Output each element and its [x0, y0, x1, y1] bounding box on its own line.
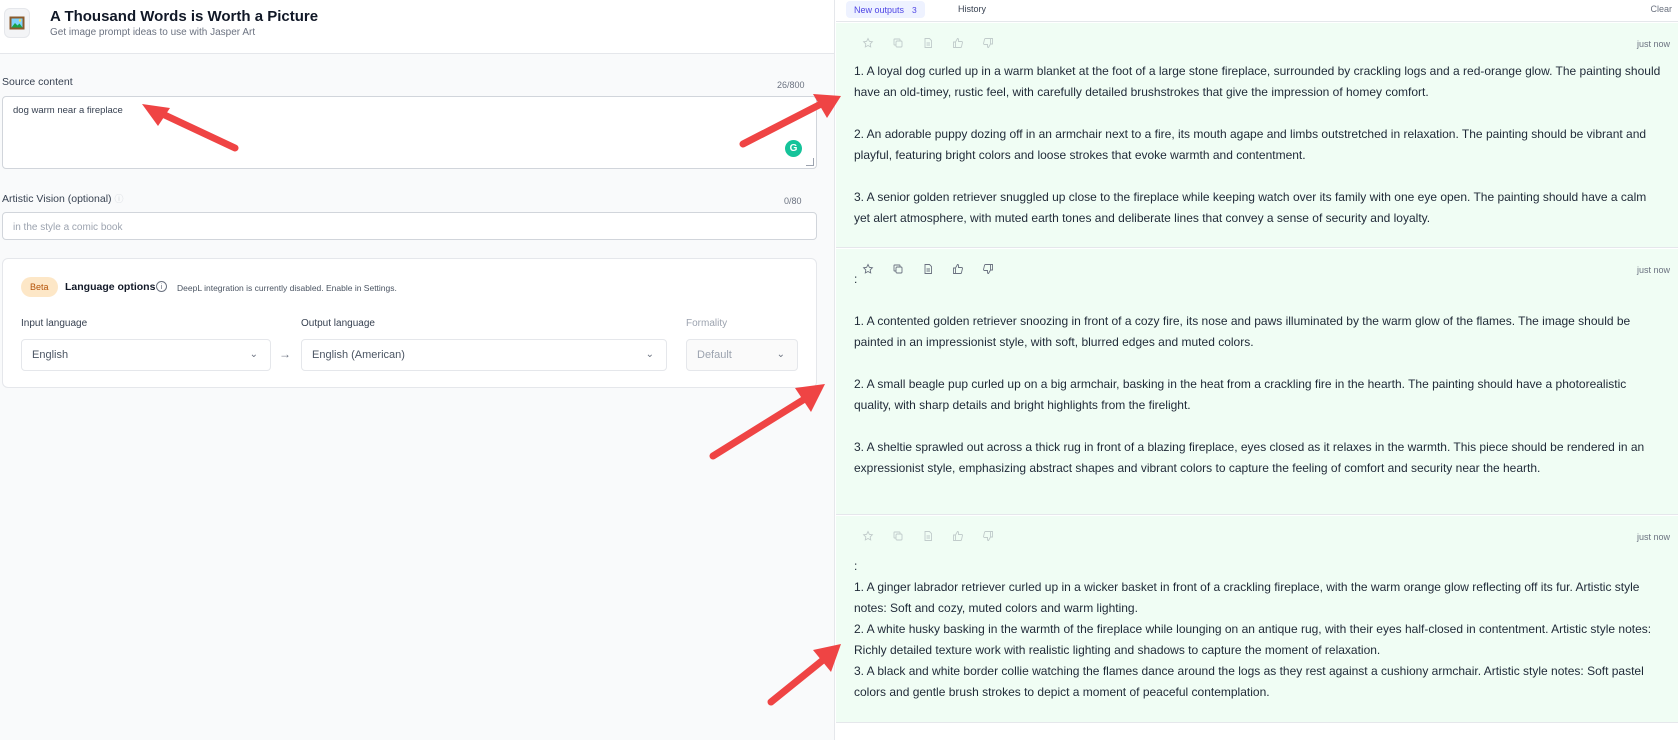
new-outputs-count-badge: 3 [912, 4, 917, 15]
input-language-label: Input language [21, 318, 88, 329]
info-icon[interactable]: i [156, 281, 167, 292]
card-actions [860, 528, 996, 544]
language-options-title: Language options [65, 281, 156, 293]
vision-char-counter: 0/80 [784, 196, 802, 206]
output-line: 1. A contented golden retriever snoozing… [854, 314, 1631, 349]
page-title: A Thousand Words is Worth a Picture [50, 8, 319, 25]
artistic-vision-field[interactable] [2, 212, 817, 240]
formality-label: Formality [686, 318, 728, 329]
document-icon[interactable] [920, 35, 936, 51]
output-line: 3. A black and white border collie watch… [854, 664, 1644, 699]
output-blank-line [854, 290, 1664, 311]
output-panel: New outputs 3 History Clear just now 1. … [836, 0, 1678, 740]
copy-icon[interactable] [890, 528, 906, 544]
document-icon[interactable] [920, 528, 936, 544]
chevron-down-icon: ⌄ [645, 349, 654, 360]
tab-new-outputs[interactable]: New outputs 3 [846, 1, 925, 18]
picture-frame-icon [4, 8, 30, 38]
input-panel: A Thousand Words is Worth a Picture Get … [0, 0, 835, 740]
chevron-down-icon: ⌄ [249, 349, 258, 360]
resize-handle[interactable] [806, 158, 814, 166]
artistic-vision-label-text: Artistic Vision (optional) [2, 193, 112, 205]
output-text[interactable]: : 1. A contented golden retriever snoozi… [854, 269, 1664, 479]
output-card: just now 1. A loyal dog curled up in a w… [836, 23, 1678, 248]
thumbs-up-icon[interactable] [950, 528, 966, 544]
chevron-down-icon: ⌄ [776, 349, 785, 360]
thumbs-down-icon[interactable] [980, 35, 996, 51]
output-line: 2. A white husky basking in the warmth o… [854, 622, 1652, 657]
source-content-value[interactable]: dog warm near a fireplace [13, 105, 123, 116]
tab-new-outputs-label: New outputs [854, 4, 905, 15]
output-line: 1. A loyal dog curled up in a warm blank… [854, 64, 1661, 99]
output-text[interactable]: 1. A loyal dog curled up in a warm blank… [854, 61, 1664, 229]
artistic-vision-input[interactable] [11, 217, 801, 237]
output-blank-line [854, 353, 1664, 374]
source-content-textarea[interactable]: dog warm near a fireplace G [2, 96, 817, 169]
copy-icon[interactable] [890, 35, 906, 51]
source-char-counter: 26/800 [777, 80, 805, 90]
star-icon[interactable] [860, 35, 876, 51]
output-line: : [854, 272, 858, 286]
formality-select[interactable]: Default ⌄ [686, 339, 798, 371]
arrow-right-icon: → [279, 347, 291, 361]
star-icon[interactable] [860, 528, 876, 544]
timestamp: just now [1636, 39, 1670, 49]
artistic-vision-label: Artistic Vision (optional) ⓘ [2, 192, 123, 205]
info-icon: ⓘ [114, 194, 124, 204]
output-text[interactable]: : 1. A ginger labrador retriever curled … [854, 556, 1664, 703]
output-line: : [854, 559, 858, 573]
output-blank-line [854, 103, 1664, 124]
output-card: just now : 1. A ginger labrador retrieve… [836, 516, 1678, 723]
deepl-note: DeepL integration is currently disabled.… [177, 283, 397, 293]
output-tabs: New outputs 3 History Clear [836, 0, 1678, 22]
output-line: 2. A small beagle pup curled up on a big… [854, 377, 1627, 412]
tab-history[interactable]: History [958, 4, 986, 14]
beta-badge: Beta [21, 277, 58, 297]
input-language-value: English [32, 349, 69, 361]
output-language-select[interactable]: English (American) ⌄ [301, 339, 667, 371]
source-content-label: Source content [2, 76, 73, 88]
output-language-label: Output language [301, 318, 375, 329]
timestamp: just now [1636, 532, 1670, 542]
card-actions [860, 35, 996, 51]
output-line: 2. An adorable puppy dozing off in an ar… [854, 127, 1647, 162]
thumbs-down-icon[interactable] [980, 528, 996, 544]
input-language-select[interactable]: English ⌄ [21, 339, 271, 371]
page-subtitle: Get image prompt ideas to use with Jaspe… [50, 27, 256, 38]
language-options-card: Beta Language options i DeepL integratio… [2, 258, 817, 388]
output-language-value: English (American) [312, 349, 405, 361]
formality-value: Default [697, 349, 732, 361]
output-line: 1. A ginger labrador retriever curled up… [854, 580, 1640, 615]
output-line: 3. A sheltie sprawled out across a thick… [854, 440, 1645, 475]
output-line: 3. A senior golden retriever snuggled up… [854, 190, 1647, 225]
clear-button[interactable]: Clear [1650, 4, 1672, 14]
output-blank-line [854, 416, 1664, 437]
grammarly-icon[interactable]: G [785, 140, 802, 157]
thumbs-up-icon[interactable] [950, 35, 966, 51]
output-blank-line [854, 166, 1664, 187]
app-header: A Thousand Words is Worth a Picture Get … [0, 0, 834, 54]
output-card: just now : 1. A contented golden retriev… [836, 249, 1678, 515]
